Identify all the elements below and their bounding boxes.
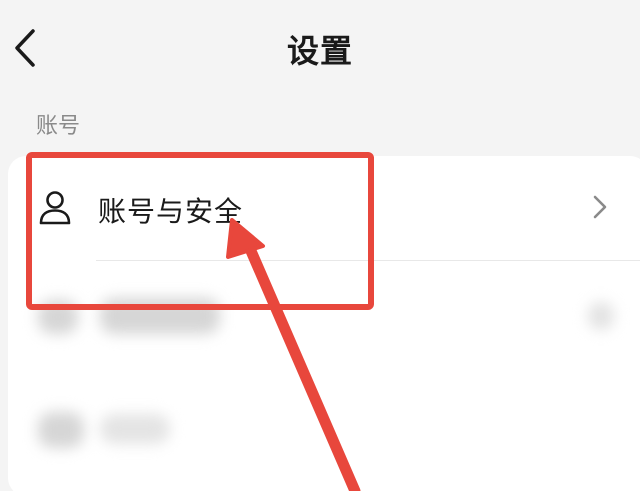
page-title: 设置 <box>286 32 353 70</box>
section-label-account: 账号 <box>36 114 81 139</box>
blurred-row <box>8 372 640 482</box>
settings-page: 设置 账号 账号与安全 <box>0 0 640 491</box>
navigation-bar: 设置 <box>0 0 640 100</box>
annotation-highlight-box <box>26 152 374 310</box>
chevron-right-icon <box>593 195 607 219</box>
